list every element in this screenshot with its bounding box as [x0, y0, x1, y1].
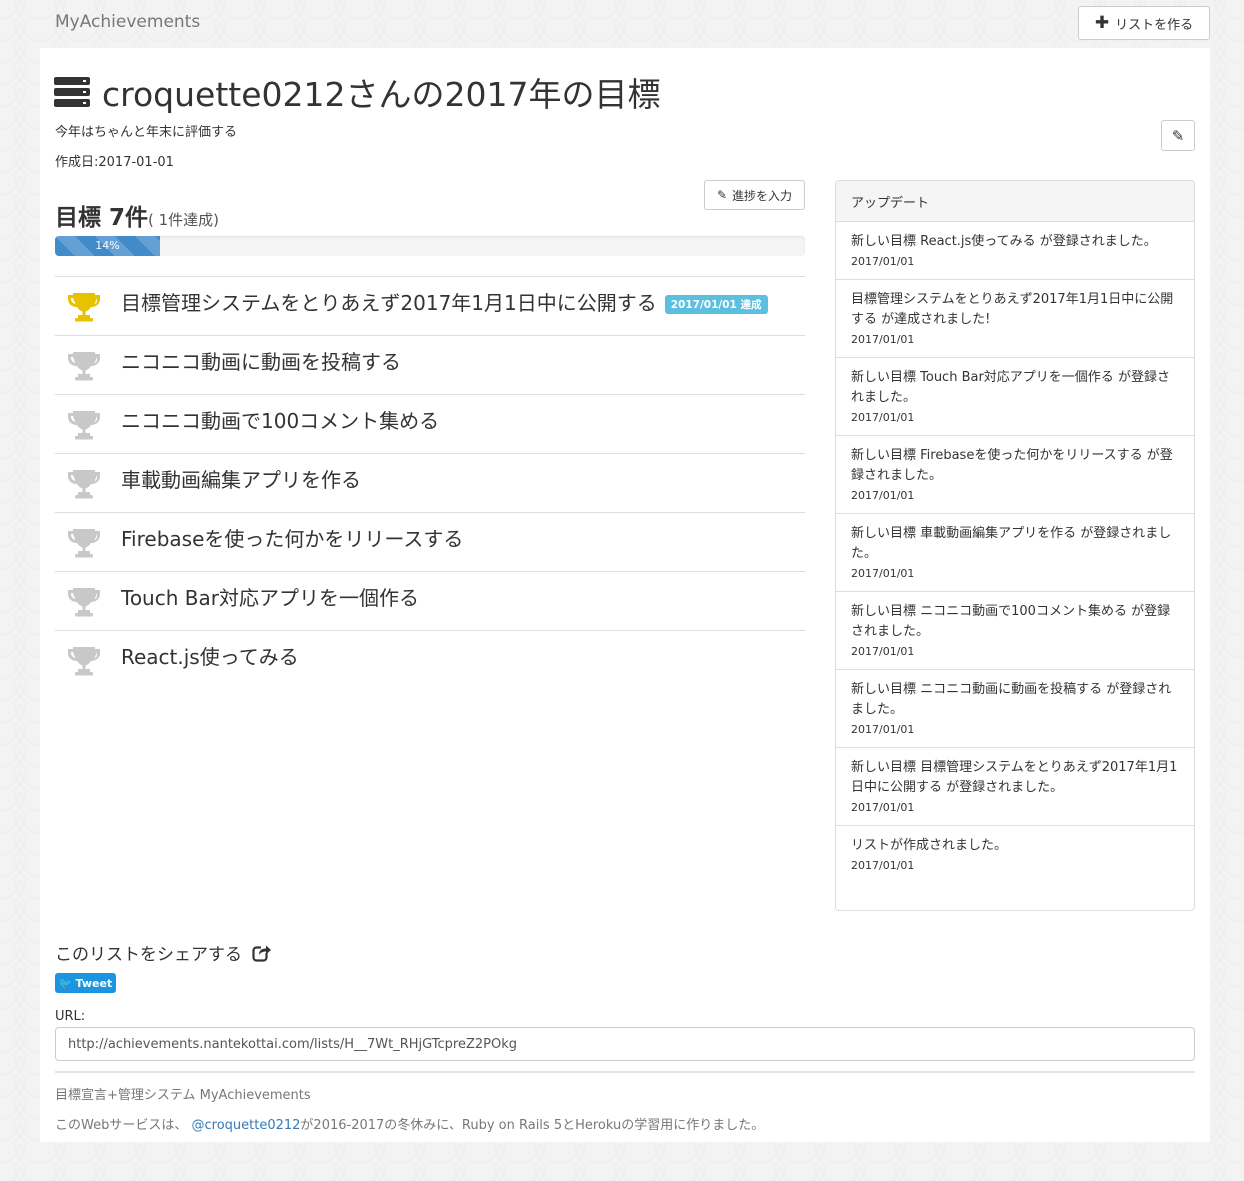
trophy-icon: [67, 289, 101, 323]
enter-progress-label: 進捗を入力: [732, 188, 793, 203]
achieved-badge: 2017/01/01 達成: [664, 295, 768, 314]
trophy-icon: [67, 407, 101, 441]
list-icon: [54, 77, 90, 107]
page-title: croquette0212さんの2017年の目標: [54, 68, 661, 116]
enter-progress-button[interactable]: ✎ 進捗を入力: [704, 180, 805, 210]
update-date: 2017/01/01: [851, 255, 915, 268]
trophy-icon: [67, 584, 101, 618]
list-description: 今年はちゃんと年末に評価する: [55, 125, 238, 140]
goals-count: 目標 7件: [55, 205, 149, 231]
update-text: 新しい目標 Firebaseを使った何かをリリースする が登録されました。: [851, 448, 1173, 483]
goals-heading: 目標 7件 ( 1件達成): [55, 198, 219, 232]
update-date: 2017/01/01: [851, 333, 915, 346]
update-date: 2017/01/01: [851, 801, 915, 814]
updates-heading: アップデート: [836, 181, 1194, 222]
footer-credits-suffix: が2016-2017の冬休みに、Ruby on Rails 5とHerokuの学…: [300, 1118, 765, 1133]
twitter-bird-icon: 🐦: [58, 976, 73, 990]
update-text: 目標管理システムをとりあえず2017年1月1日中に公開する が達成されました!: [851, 292, 1174, 327]
update-text: 新しい目標 Touch Bar対応アプリを一個作る が登録されました。: [851, 370, 1170, 405]
goal-item[interactable]: Touch Bar対応アプリを一個作る: [55, 571, 805, 630]
main-container: croquette0212さんの2017年の目標 今年はちゃんと年末に評価する …: [40, 48, 1210, 1142]
update-item: 新しい目標 Touch Bar対応アプリを一個作る が登録されました。 2017/…: [836, 358, 1194, 436]
goal-item[interactable]: React.js使ってみる: [55, 630, 805, 689]
url-label: URL:: [55, 1009, 86, 1024]
navbar: MyAchievements ✚ リストを作る: [0, 0, 1244, 46]
update-text: リストが作成されました。: [851, 838, 1008, 853]
pencil-icon: ✎: [716, 188, 728, 202]
update-date: 2017/01/01: [851, 489, 915, 502]
update-item: 新しい目標 React.js使ってみる が登録されました。 2017/01/01: [836, 222, 1194, 280]
tweet-label: Tweet: [75, 976, 113, 990]
author-link[interactable]: @croquette0212: [191, 1118, 300, 1133]
goals-achieved-count: ( 1件達成): [148, 211, 220, 229]
footer-title: 目標宣言+管理システム MyAchievements: [55, 1088, 311, 1103]
footer-credits-prefix: このWebサービスは、: [55, 1118, 192, 1133]
brand-link[interactable]: MyAchievements: [55, 12, 200, 32]
goal-title: Firebaseを使った何かをリリースする: [121, 527, 464, 551]
goal-title: ニコニコ動画で100コメント集める: [121, 409, 440, 433]
update-text: 新しい目標 React.js使ってみる が登録されました。: [851, 234, 1157, 249]
trophy-icon: [67, 643, 101, 677]
edit-list-button[interactable]: ✎: [1161, 120, 1195, 151]
update-item: リストが作成されました。 2017/01/01: [836, 826, 1194, 883]
progress-fill: 14%: [55, 236, 160, 256]
list-title: croquette0212さんの2017年の目標: [102, 75, 661, 114]
update-text: 新しい目標 目標管理システムをとりあえず2017年1月1日中に公開する が登録さ…: [851, 760, 1178, 795]
trophy-icon: [67, 466, 101, 500]
created-date: 作成日:2017-01-01: [55, 155, 174, 170]
update-text: 新しい目標 ニコニコ動画に動画を投稿する が登録されました。: [851, 682, 1172, 717]
new-list-button[interactable]: ✚ リストを作る: [1078, 6, 1210, 40]
footer-divider: [55, 1071, 1195, 1073]
goal-title: React.js使ってみる: [121, 645, 299, 669]
updates-panel: アップデート 新しい目標 React.js使ってみる が登録されました。 2017…: [835, 180, 1195, 911]
update-text: 新しい目標 ニコニコ動画で100コメント集める が登録されました。: [851, 604, 1171, 639]
goal-title: 車載動画編集アプリを作る: [121, 468, 361, 492]
trophy-icon: [67, 525, 101, 559]
update-date: 2017/01/01: [851, 859, 915, 872]
update-item: 新しい目標 ニコニコ動画に動画を投稿する が登録されました。 2017/01/01: [836, 670, 1194, 748]
update-text: 新しい目標 車載動画編集アプリを作る が登録されました。: [851, 526, 1172, 561]
goal-item[interactable]: 車載動画編集アプリを作る: [55, 453, 805, 512]
updates-list: 新しい目標 React.js使ってみる が登録されました。 2017/01/01 目…: [836, 222, 1194, 883]
trophy-icon: [67, 348, 101, 382]
update-item: 新しい目標 ニコニコ動画で100コメント集める が登録されました。 2017/01…: [836, 592, 1194, 670]
pencil-icon: ✎: [1171, 126, 1185, 145]
tweet-button[interactable]: 🐦 Tweet: [55, 973, 116, 993]
update-item: 新しい目標 目標管理システムをとりあえず2017年1月1日中に公開する が登録さ…: [836, 748, 1194, 826]
new-list-label: リストを作る: [1115, 17, 1194, 33]
share-heading: このリストをシェアする: [55, 940, 272, 965]
footer-credits: このWebサービスは、 @croquette0212が2016-2017の冬休み…: [55, 1114, 764, 1133]
share-url-field[interactable]: [55, 1027, 1195, 1061]
goal-title: 目標管理システムをとりあえず2017年1月1日中に公開する: [121, 291, 657, 315]
goal-title: Touch Bar対応アプリを一個作る: [121, 586, 419, 610]
goal-title: ニコニコ動画に動画を投稿する: [121, 350, 401, 374]
update-date: 2017/01/01: [851, 723, 915, 736]
goal-list: 目標管理システムをとりあえず2017年1月1日中に公開する 2017/01/01 …: [55, 276, 805, 689]
update-item: 目標管理システムをとりあえず2017年1月1日中に公開する が達成されました! 2…: [836, 280, 1194, 358]
goal-item[interactable]: Firebaseを使った何かをリリースする: [55, 512, 805, 571]
share-heading-text: このリストをシェアする: [55, 945, 242, 965]
plus-icon: ✚: [1094, 12, 1110, 33]
goal-item[interactable]: ニコニコ動画で100コメント集める: [55, 394, 805, 453]
update-date: 2017/01/01: [851, 411, 915, 424]
update-item: 新しい目標 Firebaseを使った何かをリリースする が登録されました。 201…: [836, 436, 1194, 514]
goal-item[interactable]: 目標管理システムをとりあえず2017年1月1日中に公開する 2017/01/01 …: [55, 276, 805, 335]
update-date: 2017/01/01: [851, 645, 915, 658]
share-icon: [252, 943, 272, 962]
goal-item[interactable]: ニコニコ動画に動画を投稿する: [55, 335, 805, 394]
progress-bar: 14%: [55, 236, 805, 256]
update-item: 新しい目標 車載動画編集アプリを作る が登録されました。 2017/01/01: [836, 514, 1194, 592]
update-date: 2017/01/01: [851, 567, 915, 580]
